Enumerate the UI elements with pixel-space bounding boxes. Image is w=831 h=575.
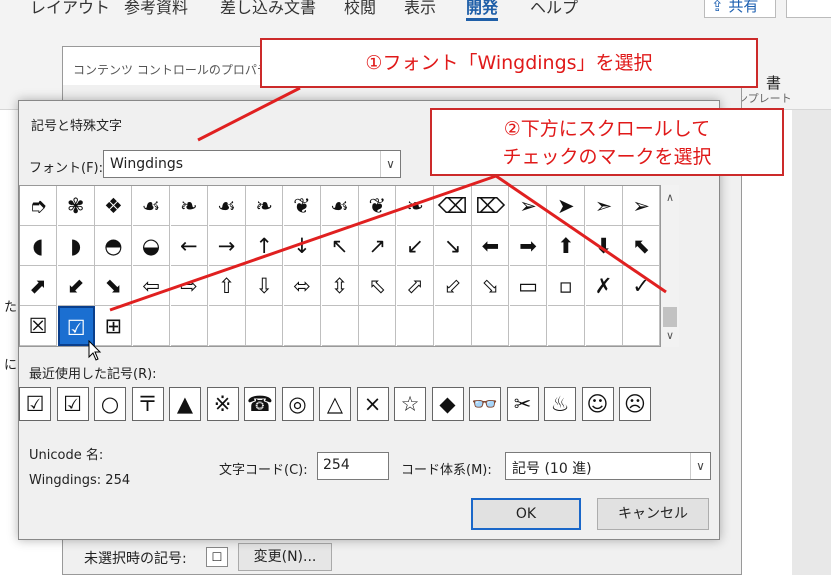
mouse-cursor-icon bbox=[88, 340, 102, 361]
callout-step2: ②下方にスクロールして チェックのマークを選択 bbox=[430, 108, 784, 176]
callout-step2-line1: ②下方にスクロールして bbox=[503, 118, 711, 140]
callout-step2-line2: チェックのマークを選択 bbox=[502, 146, 712, 168]
callout-step1: ①フォント「Wingdings」を選択 bbox=[260, 38, 758, 88]
annotation-line-step2b bbox=[495, 174, 667, 294]
annotation-line-step1 bbox=[197, 86, 301, 142]
annotation-line-step2a bbox=[109, 174, 497, 312]
